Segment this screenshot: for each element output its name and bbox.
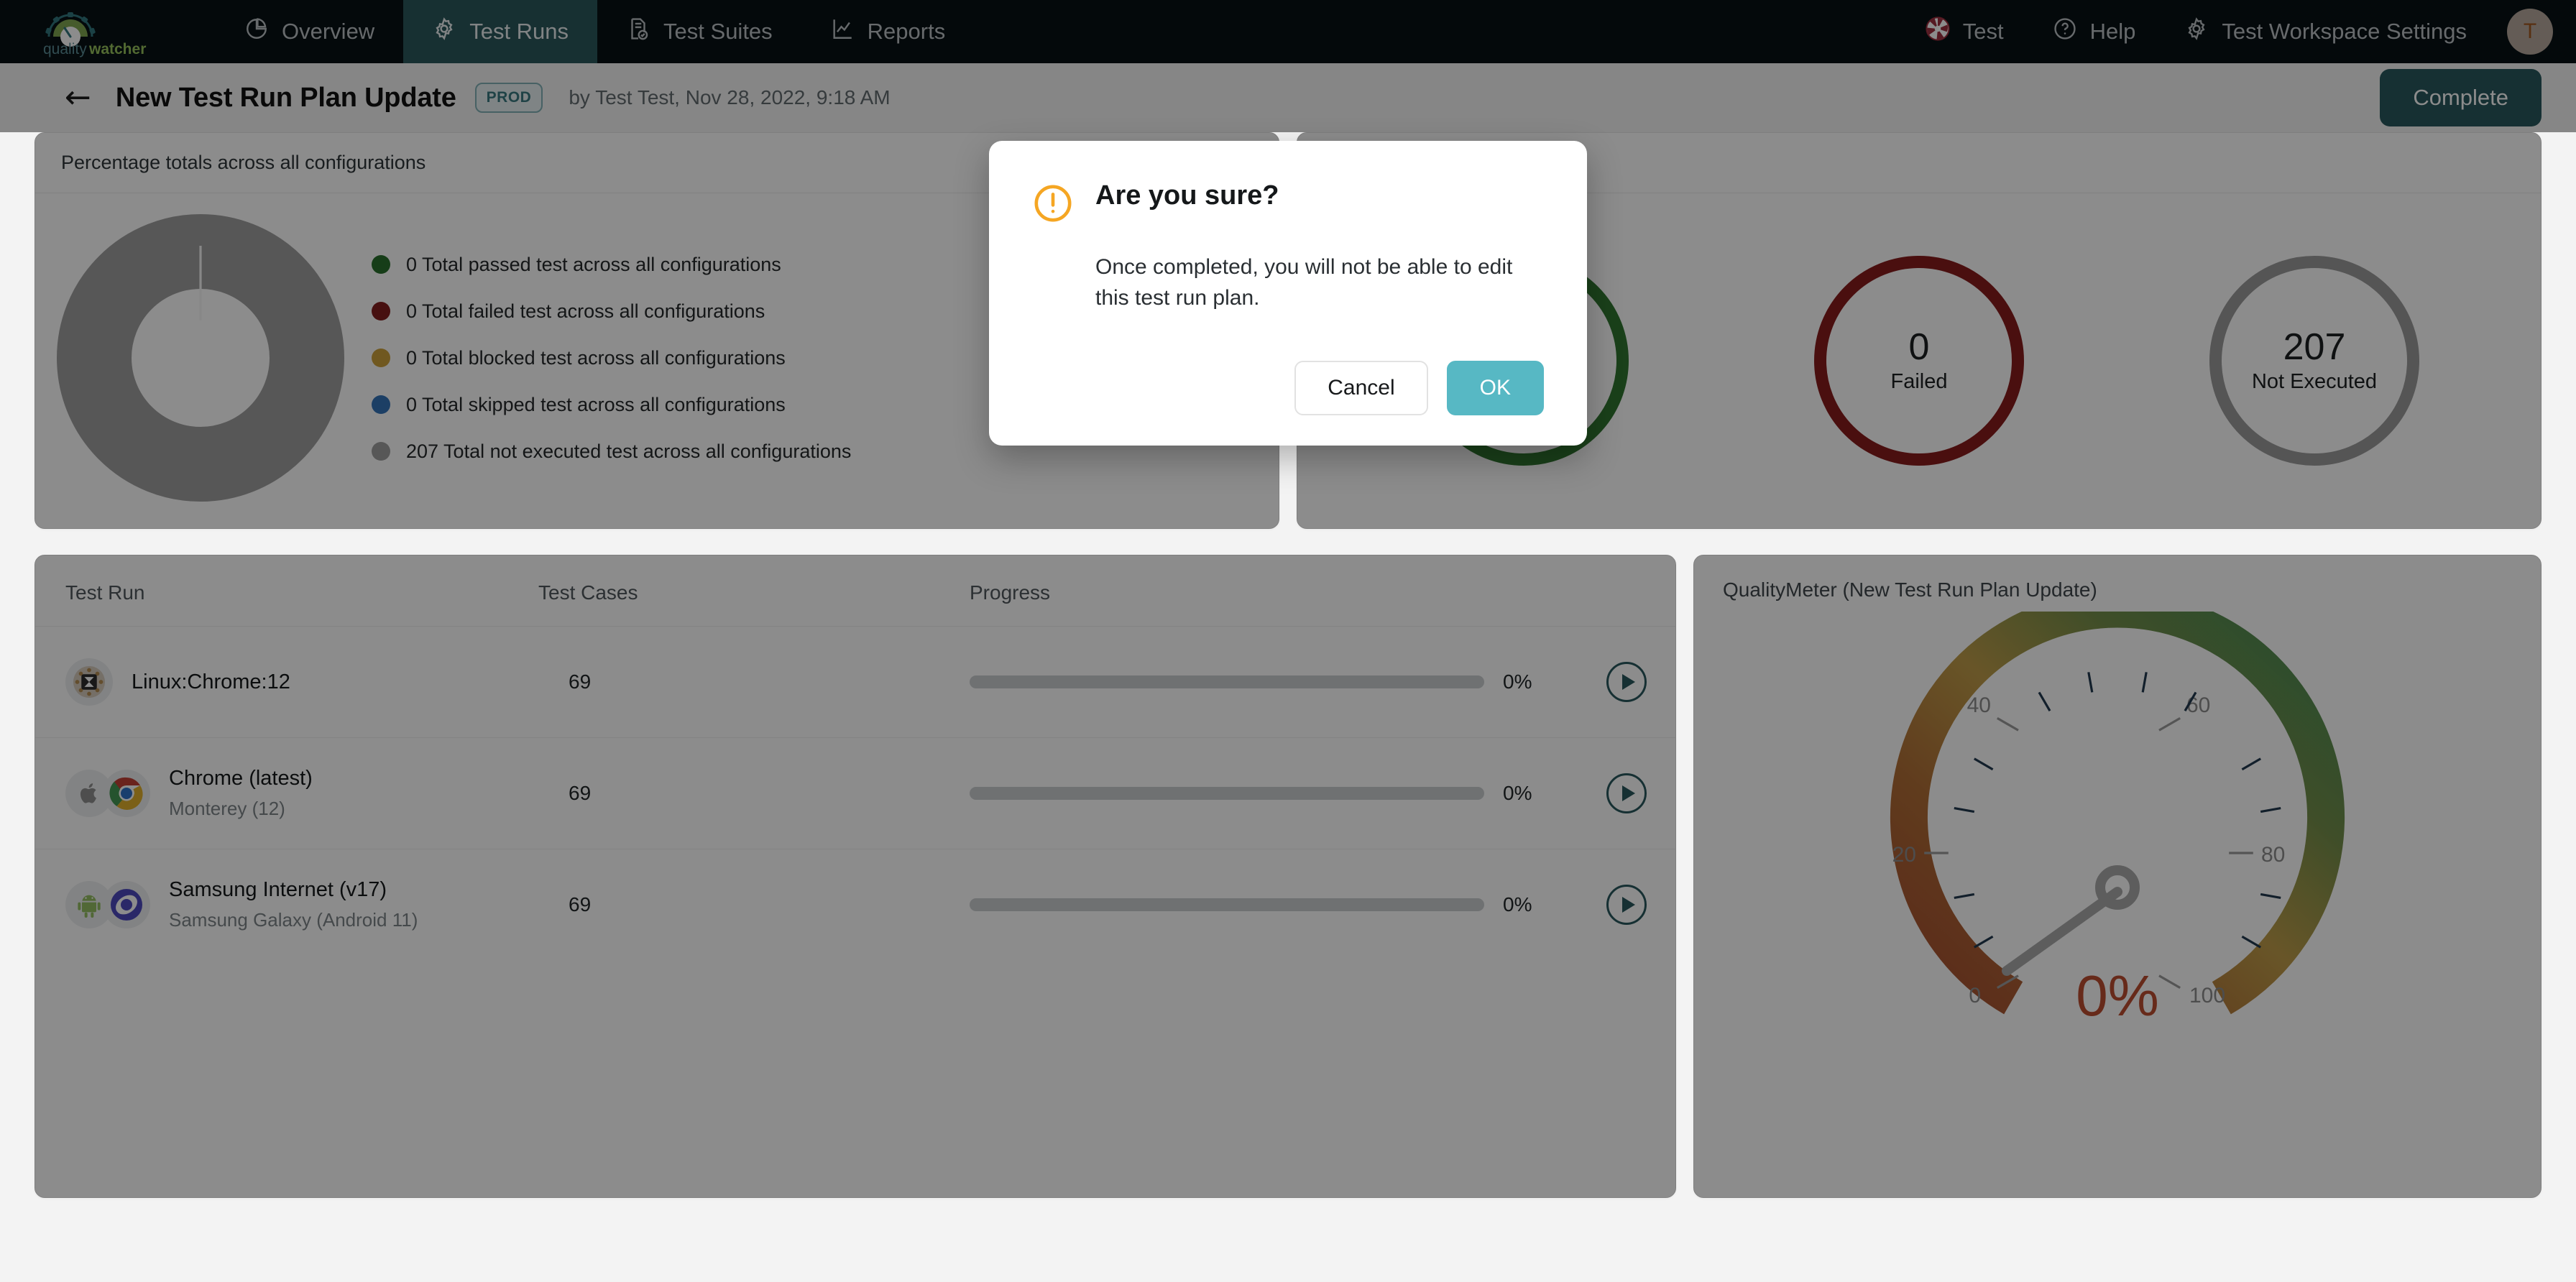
cancel-button[interactable]: Cancel <box>1294 361 1428 416</box>
warning-circle-icon <box>1032 183 1074 228</box>
modal-overlay: Are you sure? Once completed, you will n… <box>0 0 2576 1282</box>
dialog-actions: Cancel OK <box>1032 361 1544 416</box>
ok-button[interactable]: OK <box>1446 361 1544 416</box>
dialog-title: Are you sure? <box>1095 180 1279 211</box>
app-root: quality watcher Overview Test Runs Test … <box>0 0 2576 1282</box>
confirm-dialog: Are you sure? Once completed, you will n… <box>989 141 1587 446</box>
dialog-body: Once completed, you will not be able to … <box>1095 255 1513 310</box>
